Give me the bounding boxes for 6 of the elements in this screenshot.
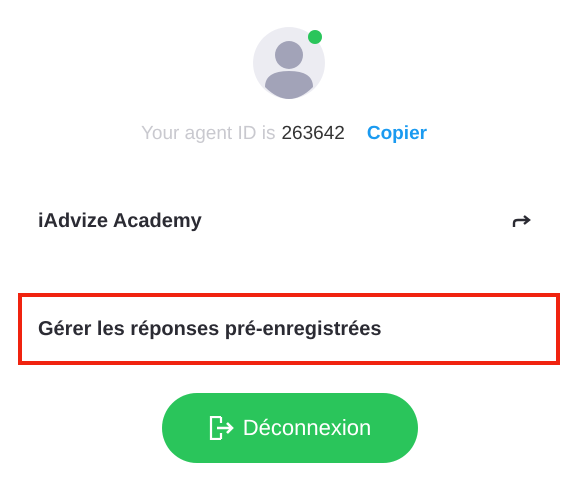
logout-icon <box>208 416 235 440</box>
forward-arrow-icon <box>512 214 532 228</box>
avatar-icon <box>253 27 325 99</box>
agent-id: 263642 <box>281 123 345 145</box>
menu-item[interactable]: iAdvize Academy <box>18 185 560 257</box>
highlighted-menu-item[interactable]: Gérer les réponses pré-enregistrées <box>18 293 560 365</box>
